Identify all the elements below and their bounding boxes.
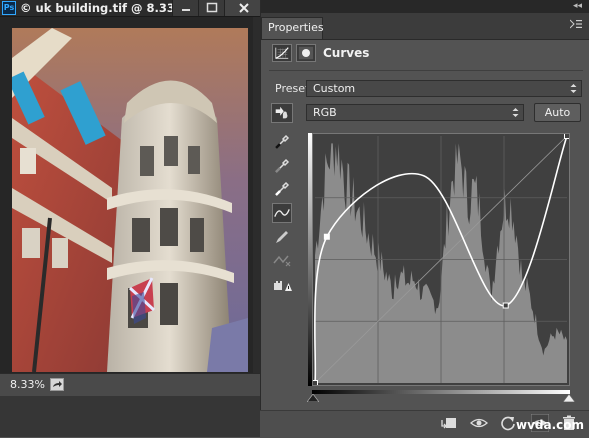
input-gradient-bar [312,390,570,394]
minimize-button[interactable] [172,0,198,16]
document-statusbar: 8.33% [0,373,262,396]
close-icon [239,3,249,13]
export-icon[interactable] [50,378,64,391]
zoom-level[interactable]: 8.33% [10,378,45,391]
document-titlebar[interactable]: Ps © uk building.tif @ 8.33... [0,0,262,17]
document-canvas[interactable] [0,17,262,373]
curve-control-point[interactable] [564,133,570,139]
gray-point-eyedropper-icon[interactable] [272,155,292,175]
photoshop-logo-icon: Ps [2,1,16,15]
minimize-icon [182,9,190,11]
edit-points-curve-icon[interactable] [272,203,292,223]
curves-graph[interactable] [312,133,570,386]
watermark: wvda.com [516,418,585,432]
white-point-slider[interactable] [563,394,575,402]
adjustment-title: Curves [323,46,370,60]
curve-control-point[interactable] [323,233,330,240]
preset-dropdown[interactable]: Custom [306,80,582,97]
panel-header-strip: ◂◂ [261,0,589,13]
channel-dropdown[interactable]: RGB [306,104,524,121]
document-window: Ps © uk building.tif @ 8.33... 8.33% [0,0,262,437]
clipping-warning-icon[interactable] [272,276,292,296]
building-photo[interactable] [12,28,248,372]
pencil-draw-icon[interactable] [272,227,292,247]
panel-divider [269,70,583,71]
smooth-curve-icon[interactable] [272,250,292,270]
close-button[interactable] [224,0,262,16]
view-previous-state-icon[interactable] [470,414,488,432]
layer-mask-icon[interactable] [296,44,316,62]
targeted-adjustment-tool-icon[interactable] [271,103,293,123]
dropdown-arrows-icon [512,108,519,117]
panel-menu-icon[interactable] [570,19,582,29]
dropdown-arrows-icon [570,84,577,93]
reset-icon[interactable] [499,414,517,432]
vertical-scrollbar[interactable] [253,17,260,373]
black-point-slider[interactable] [307,394,319,402]
maximize-button[interactable] [198,0,224,16]
black-point-eyedropper-icon[interactable] [272,131,292,151]
document-title: © uk building.tif @ 8.33... [20,1,189,15]
tab-properties-label: Properties [268,21,324,34]
curve-control-point[interactable] [312,380,318,386]
channel-value: RGB [313,106,337,119]
white-point-eyedropper-icon[interactable] [272,178,292,198]
panel-tabbar: Properties [261,13,589,40]
tab-properties[interactable]: Properties [261,17,324,39]
curve-control-point[interactable] [502,302,509,309]
maximize-icon [206,2,218,13]
workspace-background [0,396,262,437]
clip-to-layer-icon[interactable] [440,414,458,432]
curves-adjustment-icon[interactable] [272,44,292,62]
collapse-panel-icon[interactable]: ◂◂ [573,1,582,11]
preset-value: Custom [313,82,356,95]
auto-button[interactable]: Auto [534,103,581,122]
